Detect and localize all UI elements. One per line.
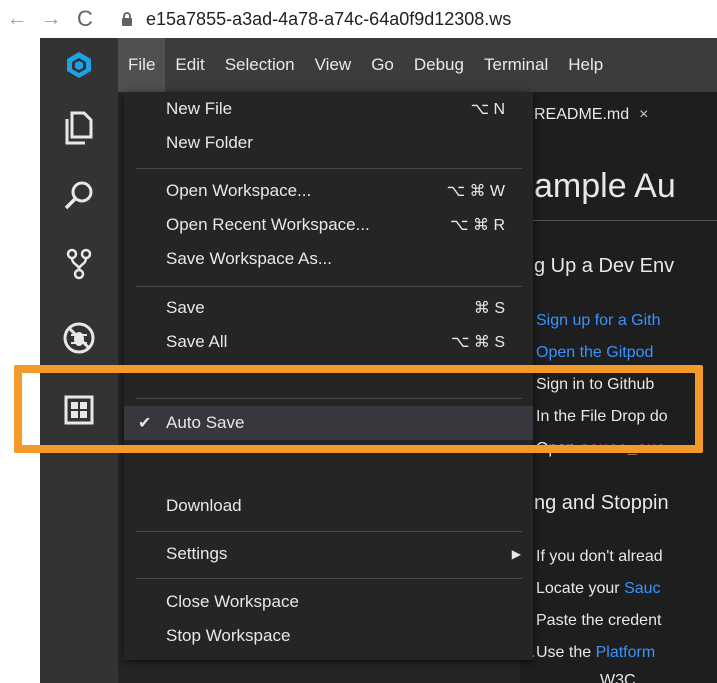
- checkmark-icon: ✔: [138, 415, 152, 432]
- tab-label: README.md: [534, 106, 630, 123]
- list-item: W3C: [600, 672, 636, 683]
- list-item: Paste the credent: [536, 612, 662, 629]
- list-item[interactable]: Sign up for a Gith: [536, 312, 661, 330]
- menu-go[interactable]: Go: [361, 38, 404, 92]
- menu-separator: [136, 286, 522, 287]
- list-item: Use the Platform: [536, 644, 656, 661]
- page-heading: ample Au: [534, 167, 676, 205]
- menu-item-stop-workspace[interactable]: Stop Workspace: [124, 619, 533, 653]
- url-text[interactable]: e15a7855-a3ad-4a78-a74c-64a0f9d12308.ws: [146, 9, 511, 30]
- chevron-right-icon: ▶: [511, 547, 521, 561]
- debug-icon[interactable]: [40, 308, 118, 368]
- menu-help[interactable]: Help: [558, 38, 613, 92]
- list-item: Locate your Sauc: [536, 580, 661, 597]
- list-item: If you don't alread: [536, 548, 663, 565]
- page-margin: [0, 38, 40, 683]
- menu-file[interactable]: File: [118, 38, 166, 92]
- menu-item-new-folder[interactable]: New Folder: [124, 126, 533, 160]
- reload-icon[interactable]: C: [68, 6, 102, 32]
- menu-item-save-all[interactable]: Save All ⌥ ⌘ S: [124, 325, 533, 359]
- extensions-icon[interactable]: [40, 380, 118, 440]
- menu-item-save[interactable]: Save ⌘ S: [124, 291, 533, 325]
- browser-address-bar: ← → C e15a7855-a3ad-4a78-a74c-64a0f9d123…: [0, 0, 717, 38]
- menu-separator: [136, 449, 522, 450]
- back-icon[interactable]: ←: [0, 7, 34, 31]
- editor-area: README.md × ample Au g Up a Dev Env Sign…: [520, 92, 717, 683]
- menu-item-settings[interactable]: Settings ▶: [124, 537, 533, 571]
- list-item: Open sauce_exa: [536, 440, 667, 458]
- list-item: Sign in to Github: [536, 376, 655, 393]
- menu-item-download[interactable]: Download: [124, 489, 533, 523]
- tab-readme[interactable]: README.md ×: [520, 92, 717, 138]
- menu-item-close-workspace[interactable]: Close Workspace: [124, 585, 533, 619]
- forward-icon[interactable]: →: [34, 7, 68, 31]
- divider: [530, 220, 717, 221]
- lock-icon: [116, 11, 138, 27]
- menu-separator: [136, 168, 522, 169]
- logo-icon[interactable]: [40, 38, 118, 92]
- menu-selection[interactable]: Selection: [215, 38, 305, 92]
- source-control-icon[interactable]: [40, 234, 118, 294]
- search-icon[interactable]: [40, 166, 118, 226]
- menu-edit[interactable]: Edit: [165, 38, 214, 92]
- file-menu-dropdown: New File ⌥ N New Folder Open Workspace..…: [124, 92, 533, 660]
- menu-separator: [136, 578, 522, 579]
- menu-terminal[interactable]: Terminal: [474, 38, 558, 92]
- menu-bar: File Edit Selection View Go Debug Termin…: [118, 38, 717, 92]
- menu-item-new-file[interactable]: New File ⌥ N: [124, 92, 533, 126]
- files-icon[interactable]: [40, 98, 118, 158]
- menu-item-open-workspace[interactable]: Open Workspace... ⌥ ⌘ W: [124, 174, 533, 208]
- activity-bar: [40, 38, 118, 683]
- list-item: In the File Drop do: [536, 408, 668, 425]
- menu-separator: [136, 398, 522, 399]
- menu-item-auto-save[interactable]: ✔ Auto Save: [124, 406, 533, 440]
- section-heading: g Up a Dev Env: [534, 255, 675, 277]
- close-icon[interactable]: ×: [639, 106, 648, 124]
- menu-separator: [136, 531, 522, 532]
- menu-view[interactable]: View: [305, 38, 362, 92]
- menu-item-save-workspace-as[interactable]: Save Workspace As...: [124, 242, 533, 276]
- section-heading: ng and Stoppin: [534, 492, 669, 514]
- tab-strip: README.md ×: [520, 92, 717, 138]
- list-item[interactable]: Open the Gitpod: [536, 344, 653, 362]
- menu-item-open-recent-workspace[interactable]: Open Recent Workspace... ⌥ ⌘ R: [124, 208, 533, 242]
- menu-debug[interactable]: Debug: [404, 38, 474, 92]
